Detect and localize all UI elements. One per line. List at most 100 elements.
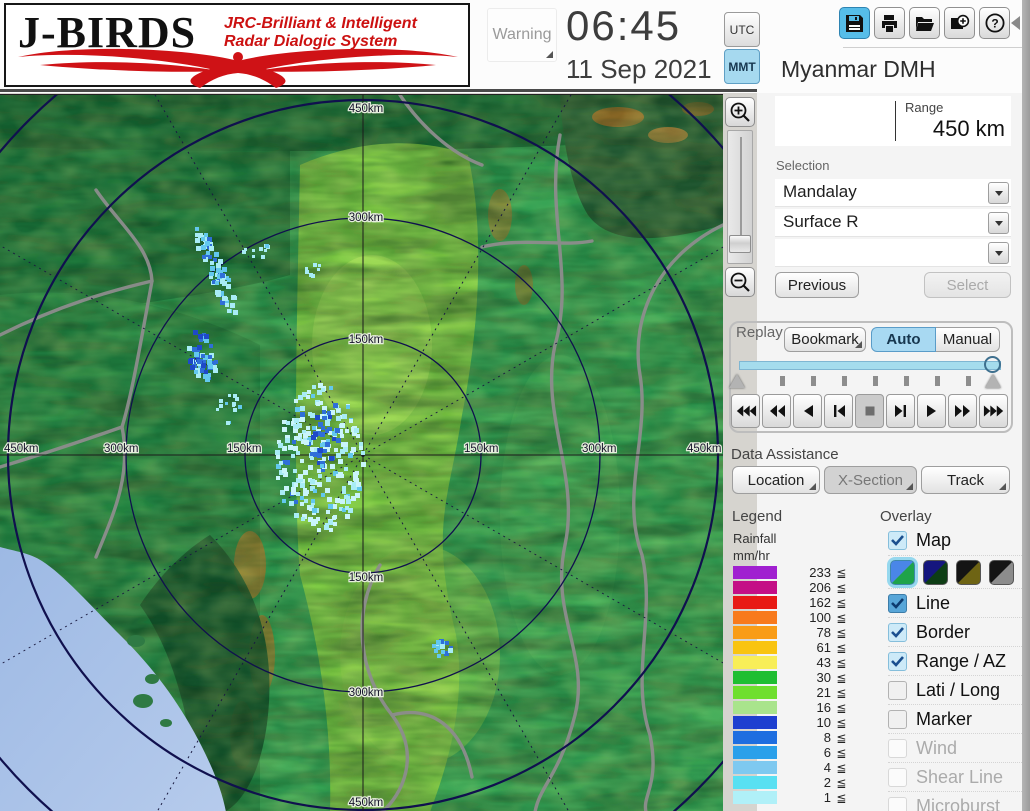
mmt-button[interactable]: MMT [724, 49, 760, 84]
manual-button[interactable]: Manual [936, 327, 1000, 352]
radar-echo-cell [330, 464, 335, 469]
radar-echo-cell [252, 249, 255, 252]
selection-label: Selection [776, 158, 829, 173]
map-style-swatch-1[interactable] [890, 560, 915, 585]
radar-echo-cell [300, 459, 304, 463]
checkbox[interactable] [888, 594, 907, 613]
panel-collapse-icon[interactable] [1011, 16, 1020, 30]
zoom-slider[interactable] [727, 130, 753, 264]
radar-echo-cell [307, 390, 311, 394]
overlay-item-lati-long[interactable]: Lati / Long [888, 675, 1022, 704]
radar-echo-cell [282, 420, 286, 424]
checkbox[interactable] [888, 681, 907, 700]
checkbox[interactable] [888, 710, 907, 729]
checkbox[interactable] [888, 531, 907, 550]
legend-color-swatch [733, 626, 777, 639]
chevron-down-icon [995, 191, 1003, 196]
overlay-item-range-az[interactable]: Range / AZ [888, 646, 1022, 675]
overlay-item-border[interactable]: Border [888, 617, 1022, 646]
radar-echo-cell [328, 520, 333, 525]
overlay-item-marker[interactable]: Marker [888, 704, 1022, 733]
radar-echo-cell [314, 453, 318, 457]
step-first-button[interactable] [824, 394, 853, 428]
site-dropdown-button[interactable] [988, 182, 1009, 204]
radar-echo-cell [289, 501, 294, 506]
overlay-item-shear-line[interactable]: Shear Line [888, 762, 1022, 791]
save-button[interactable] [839, 7, 870, 39]
radar-echo-cell [325, 429, 329, 433]
open-button[interactable] [909, 7, 940, 39]
map-style-swatch-4[interactable] [989, 560, 1014, 585]
play-button[interactable] [917, 394, 946, 428]
less-equal-icon: ≦ [833, 776, 845, 790]
radar-echo-cell [345, 514, 350, 519]
radar-echo-cell [313, 489, 317, 493]
fast-rewind-button[interactable] [731, 394, 760, 428]
play-back-button[interactable] [793, 394, 822, 428]
select-button[interactable]: Select [924, 272, 1011, 298]
step-last-button[interactable] [886, 394, 915, 428]
radar-echo-cell [351, 496, 356, 501]
legend-row: 43 ≦ [733, 655, 845, 670]
fast-forward-icon [954, 404, 972, 418]
previous-button[interactable]: Previous [775, 272, 859, 298]
track-button[interactable]: Track [921, 466, 1010, 494]
overlay-item-map[interactable]: Map [888, 526, 1022, 555]
zoom-in-button[interactable] [725, 97, 755, 127]
option-dropdown-button[interactable] [988, 242, 1009, 264]
help-button[interactable]: ? [979, 7, 1010, 39]
radar-echo-cell [317, 482, 322, 487]
radar-echo-cell [197, 359, 202, 364]
utc-button[interactable]: UTC [724, 12, 760, 47]
product-dropdown-button[interactable] [988, 212, 1009, 234]
replay-slider[interactable] [739, 361, 1001, 370]
zoom-out-button[interactable] [725, 267, 755, 297]
checkbox[interactable] [888, 623, 907, 642]
map-style-swatch-3[interactable] [956, 560, 981, 585]
legend-row: 4 ≦ [733, 760, 845, 775]
replay-slider-handle[interactable] [984, 356, 1001, 373]
rewind-button[interactable] [762, 394, 791, 428]
fast-forward-button[interactable] [948, 394, 977, 428]
checkbox[interactable] [888, 652, 907, 671]
product-dropdown[interactable]: Surface R [775, 209, 1011, 237]
fastest-forward-button[interactable] [979, 394, 1008, 428]
checkbox[interactable] [888, 797, 907, 811]
legend-title: Rainfall mm/hr [733, 530, 776, 564]
location-button[interactable]: Location [732, 466, 820, 494]
radar-echo-cell [296, 492, 300, 496]
bookmark-button[interactable]: Bookmark [784, 327, 866, 352]
radar-echo-cell [265, 244, 269, 248]
print-button[interactable] [874, 7, 905, 39]
radar-echo-cell [228, 394, 231, 397]
radar-echo-cell [321, 388, 325, 392]
map-style-swatch-2[interactable] [923, 560, 948, 585]
overlay-label: Overlay [880, 508, 932, 525]
radar-echo-cell [320, 464, 324, 468]
radar-echo-cell [305, 490, 309, 494]
overlay-item-line[interactable]: Line [888, 588, 1022, 617]
radar-map[interactable]: 450km300km150km150km300km450km450km300km… [0, 94, 723, 811]
replay-range-start-marker[interactable] [729, 374, 745, 388]
radar-echo-cell [291, 454, 295, 458]
add-image-button[interactable] [944, 7, 975, 39]
overlay-item-wind[interactable]: Wind [888, 733, 1022, 762]
auto-button[interactable]: Auto [871, 327, 936, 352]
warning-button[interactable]: Warning [487, 8, 557, 62]
range-label-h: 450km [687, 443, 722, 455]
zoom-slider-thumb[interactable] [729, 235, 751, 253]
x-section-button[interactable]: X-Section [824, 466, 917, 494]
replay-range-end-marker[interactable] [985, 374, 1001, 388]
site-dropdown[interactable]: Mandalay [775, 179, 1011, 207]
checkbox[interactable] [888, 768, 907, 787]
radar-echo-cell [294, 399, 298, 403]
radar-echo-cell [198, 334, 203, 339]
eagle-icon [12, 45, 464, 89]
overlay-item-microburst[interactable]: Microburst [888, 791, 1022, 811]
radar-echo-cell [294, 436, 298, 440]
stop-button[interactable] [855, 394, 884, 428]
option-dropdown[interactable] [775, 239, 1011, 267]
legend-value: 162 [777, 595, 833, 610]
overlay-checklist: Map LineBorderRange / AZLati / LongMarker… [888, 526, 1022, 811]
checkbox[interactable] [888, 739, 907, 758]
